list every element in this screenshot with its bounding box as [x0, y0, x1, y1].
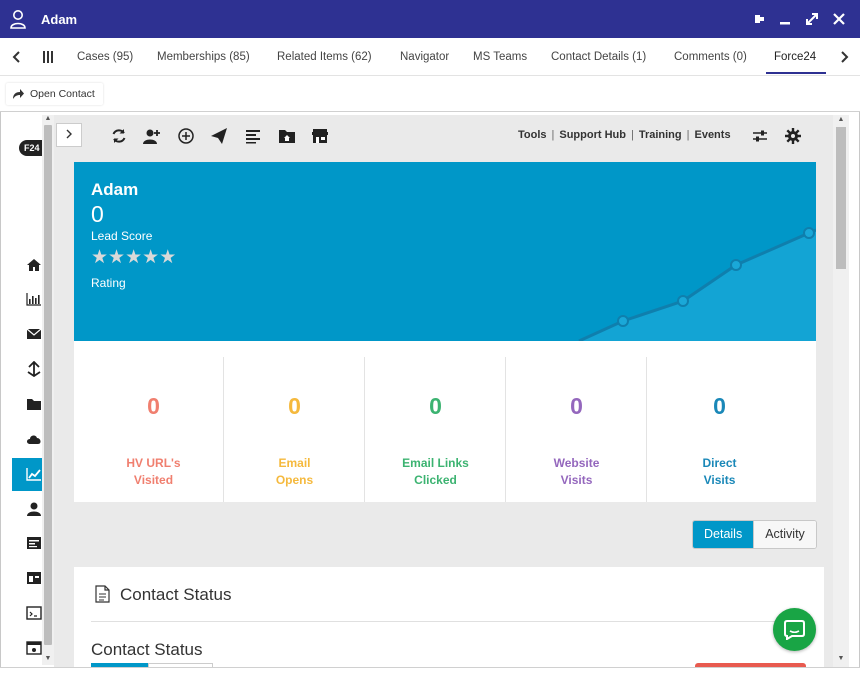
details-button[interactable]: Details — [693, 521, 754, 548]
add-circle-icon[interactable] — [177, 127, 195, 145]
tab-navigator[interactable]: Navigator — [400, 51, 449, 63]
engagement-stats: 0 HV URL's Visited 0 Email Opens 0 Email L… — [74, 341, 816, 502]
scroll-up-icon[interactable]: ▲ — [43, 115, 53, 125]
contact-name: Adam — [91, 180, 139, 199]
stat-email-links: 0 Email Links Clicked — [365, 357, 506, 502]
stat-value: 0 — [570, 393, 583, 419]
maximize-icon[interactable] — [803, 10, 821, 28]
tab-scroll-right-icon[interactable] — [836, 49, 852, 65]
rating-stars: ★★★★★ — [91, 246, 176, 269]
sidebar-scroll-thumb[interactable] — [44, 125, 52, 645]
stat-label: Email Links Clicked — [402, 456, 469, 487]
send-icon[interactable] — [210, 127, 228, 145]
stat-label: HV URL's Visited — [126, 456, 181, 487]
contact-status-panel: Contact Status Contact Status — [74, 567, 824, 667]
trend-chart-icon[interactable] — [26, 466, 42, 482]
chat-icon — [784, 620, 805, 640]
cloud-icon[interactable] — [26, 431, 42, 447]
code-icon[interactable] — [26, 605, 42, 621]
active-tab-indicator — [766, 72, 826, 74]
star-icon: ★ — [125, 247, 143, 268]
stat-direct-visits: 0 Direct Visits — [649, 357, 790, 502]
star-icon: ★ — [159, 247, 177, 268]
open-contact-label: Open Contact — [30, 88, 95, 100]
user-icon — [10, 10, 26, 29]
stat-label: Email Opens — [275, 456, 314, 487]
window-bottom-border — [0, 667, 860, 676]
home-icon[interactable] — [26, 257, 42, 273]
lead-score-card: Adam 0 Lead Score ★★★★★ Rating — [74, 162, 816, 341]
browser-icon[interactable] — [26, 640, 42, 656]
stat-website-visits: 0 Website Visits — [506, 357, 647, 502]
share-arrow-icon — [13, 89, 24, 99]
content-scroll-down-icon[interactable]: ▼ — [836, 655, 846, 665]
tools-link[interactable]: Tools — [518, 129, 547, 141]
tab-related-items[interactable]: Related Items (62) — [277, 51, 372, 63]
tab-list-icon[interactable] — [42, 50, 54, 64]
refresh-icon[interactable] — [110, 127, 128, 145]
star-icon: ★ — [108, 247, 126, 268]
stat-label: Direct Visits — [702, 456, 737, 487]
tab-bar: Cases (95) Memberships (85) Related Item… — [0, 38, 860, 76]
tab-force24[interactable]: Force24 — [774, 51, 816, 63]
toolbar-links: Tools | Support Hub | Training | Events — [518, 129, 731, 141]
document-icon — [95, 585, 110, 603]
support-hub-link[interactable]: Support Hub — [559, 129, 626, 141]
stat-value: 0 — [288, 393, 301, 419]
chat-button[interactable] — [773, 608, 816, 651]
mail-icon[interactable] — [26, 326, 42, 342]
panel-subheading: Contact Status — [91, 640, 203, 659]
pin-icon[interactable] — [748, 10, 766, 28]
activity-button[interactable]: Activity — [753, 521, 816, 548]
content-scroll-up-icon[interactable]: ▲ — [836, 116, 846, 126]
stat-value: 0 — [147, 393, 160, 419]
scroll-down-icon[interactable]: ▼ — [43, 655, 53, 665]
share-icon[interactable] — [26, 361, 42, 377]
content-scrollbar[interactable]: ▲ ▼ — [833, 115, 849, 667]
stat-value: 0 — [429, 393, 442, 419]
command-bar: Open Contact — [0, 76, 860, 112]
lead-score-value: 0 — [91, 201, 104, 227]
list-icon[interactable] — [244, 127, 262, 145]
content-scroll-thumb[interactable] — [836, 127, 846, 269]
panel-heading: Contact Status — [120, 585, 232, 604]
open-contact-button[interactable]: Open Contact — [6, 83, 103, 105]
tab-memberships[interactable]: Memberships (85) — [157, 51, 250, 63]
layout-icon[interactable] — [26, 570, 42, 586]
store-icon[interactable] — [311, 127, 329, 145]
sliders-icon[interactable] — [751, 127, 769, 145]
bar-chart-icon[interactable] — [26, 291, 42, 307]
add-user-icon[interactable] — [143, 127, 161, 145]
stat-label: Website Visits — [553, 456, 600, 487]
training-link[interactable]: Training — [639, 129, 682, 141]
star-icon: ★ — [142, 247, 160, 268]
tab-contact-details[interactable]: Contact Details (1) — [551, 51, 646, 63]
title-bar: Adam — [0, 0, 860, 38]
star-icon: ★ — [91, 247, 109, 268]
view-toggle: Details Activity — [692, 520, 817, 549]
settings-icon[interactable] — [784, 127, 802, 145]
trend-decoration — [578, 227, 816, 341]
user-icon[interactable] — [26, 501, 42, 517]
form-icon[interactable] — [26, 535, 42, 551]
tab-cases[interactable]: Cases (95) — [77, 51, 133, 63]
window-title: Adam — [41, 12, 78, 27]
stat-hv-urls: 0 HV URL's Visited — [83, 357, 224, 502]
tab-ms-teams[interactable]: MS Teams — [473, 51, 527, 63]
tab-comments[interactable]: Comments (0) — [674, 51, 747, 63]
close-icon[interactable] — [830, 10, 848, 28]
folder-icon[interactable] — [26, 396, 42, 412]
tab-scroll-left-icon[interactable] — [9, 49, 25, 65]
events-link[interactable]: Events — [694, 129, 730, 141]
stat-email-opens: 0 Email Opens — [224, 357, 365, 502]
expand-sidebar-button[interactable] — [56, 123, 82, 147]
rating-label: Rating — [91, 276, 126, 290]
stat-value: 0 — [713, 393, 726, 419]
chevron-right-icon — [66, 129, 72, 139]
sidebar-scrollbar[interactable]: ▲ ▼ — [42, 115, 54, 665]
lead-score-label: Lead Score — [91, 229, 153, 243]
folder-home-icon[interactable] — [278, 127, 296, 145]
minimize-icon[interactable] — [776, 10, 794, 28]
